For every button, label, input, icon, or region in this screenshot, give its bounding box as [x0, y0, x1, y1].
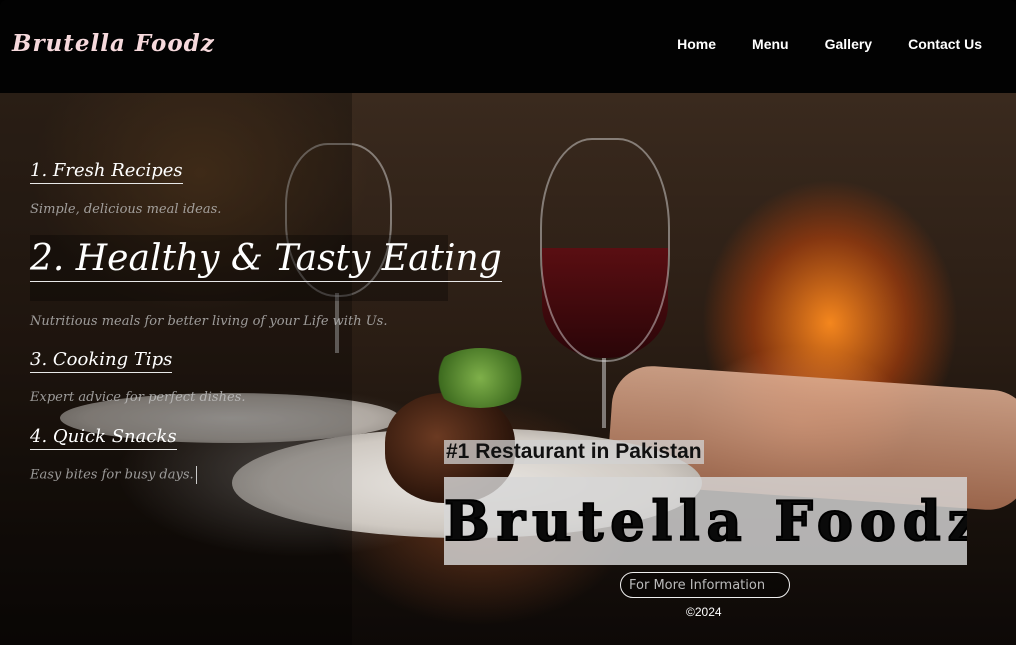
copyright-text: ©2024 [686, 605, 722, 619]
brand-banner: Brutella Foodz [444, 477, 967, 565]
feature-desc-cooking-tips: Expert advice for perfect dishes. [30, 390, 246, 405]
feature-title-quick-snacks: 4. Quick Snacks [30, 426, 177, 450]
feature-desc-fresh-recipes: Simple, delicious meal ideas. [30, 202, 222, 217]
feature-title-fresh-recipes: 1. Fresh Recipes [30, 160, 183, 184]
nav-menu-link[interactable]: Menu [752, 36, 789, 52]
nav-contact-link[interactable]: Contact Us [908, 36, 982, 52]
brand-name: Brutella Foodz [444, 488, 967, 554]
feature-desc-quick-snacks-text: Easy bites for busy days. [30, 467, 194, 483]
background-greens [430, 348, 530, 408]
text-caret [195, 466, 197, 484]
nav-home-link[interactable]: Home [677, 36, 716, 52]
hero-section: 1. Fresh Recipes Simple, delicious meal … [0, 93, 1016, 645]
feature-desc-healthy-eating: Nutritious meals for better living of yo… [30, 314, 388, 329]
feature-title-cooking-tips: 3. Cooking Tips [30, 349, 173, 373]
site-header: Brutella Foodz Home Menu Gallery Contact… [0, 0, 1016, 93]
tagline: #1 Restaurant in Pakistan [444, 440, 704, 464]
background-wine-glass-right [540, 138, 670, 438]
main-nav: Home Menu Gallery Contact Us [677, 36, 982, 52]
feature-title-healthy-eating: 2. Healthy & Tasty Eating [30, 238, 502, 282]
more-information-input[interactable] [620, 572, 790, 598]
feature-desc-quick-snacks: Easy bites for busy days. [30, 466, 197, 484]
site-logo[interactable]: Brutella Foodz [12, 30, 215, 57]
nav-gallery-link[interactable]: Gallery [825, 36, 872, 52]
